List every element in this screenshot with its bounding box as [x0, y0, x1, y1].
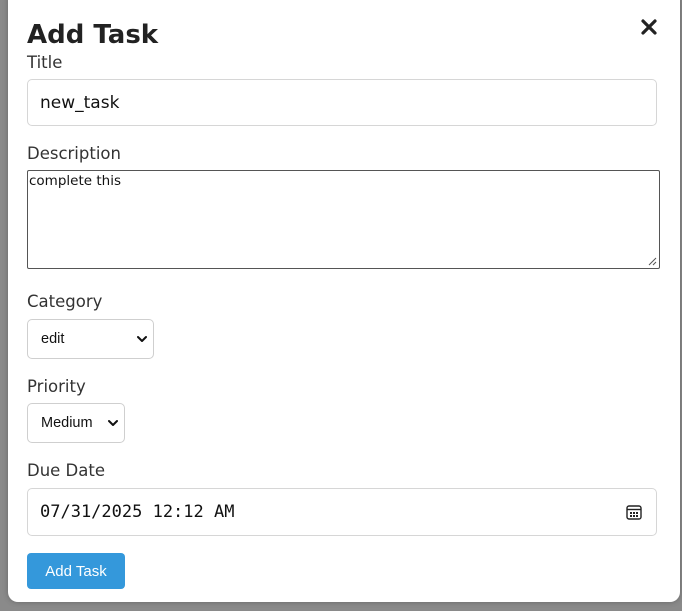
resize-grip-icon[interactable] — [648, 257, 657, 266]
chevron-down-icon — [108, 420, 118, 426]
close-button[interactable] — [636, 14, 662, 40]
close-icon — [641, 19, 657, 35]
category-select-value: edit — [41, 331, 65, 347]
category-select[interactable]: edit — [27, 319, 154, 359]
title-input[interactable]: new_task — [27, 79, 657, 126]
category-label: Category — [27, 292, 103, 311]
calendar-icon[interactable] — [626, 504, 642, 520]
due-date-label: Due Date — [27, 461, 105, 480]
description-textarea[interactable]: complete this — [27, 170, 660, 269]
description-value: complete this — [29, 173, 121, 189]
title-label: Title — [27, 53, 63, 72]
priority-select-value: Medium — [41, 415, 93, 431]
priority-select[interactable]: Medium — [27, 403, 125, 443]
priority-label: Priority — [27, 377, 86, 396]
description-label: Description — [27, 144, 121, 163]
chevron-down-icon — [137, 336, 147, 342]
title-input-value: new_task — [40, 92, 120, 113]
add-task-modal: Add Task Title new_task Description comp… — [8, 0, 680, 602]
add-task-button[interactable]: Add Task — [27, 553, 125, 589]
due-date-input[interactable]: 07/31/2025 12:12 AM — [27, 488, 657, 536]
due-date-value: 07/31/2025 12:12 AM — [40, 502, 235, 522]
modal-title: Add Task — [27, 20, 159, 50]
